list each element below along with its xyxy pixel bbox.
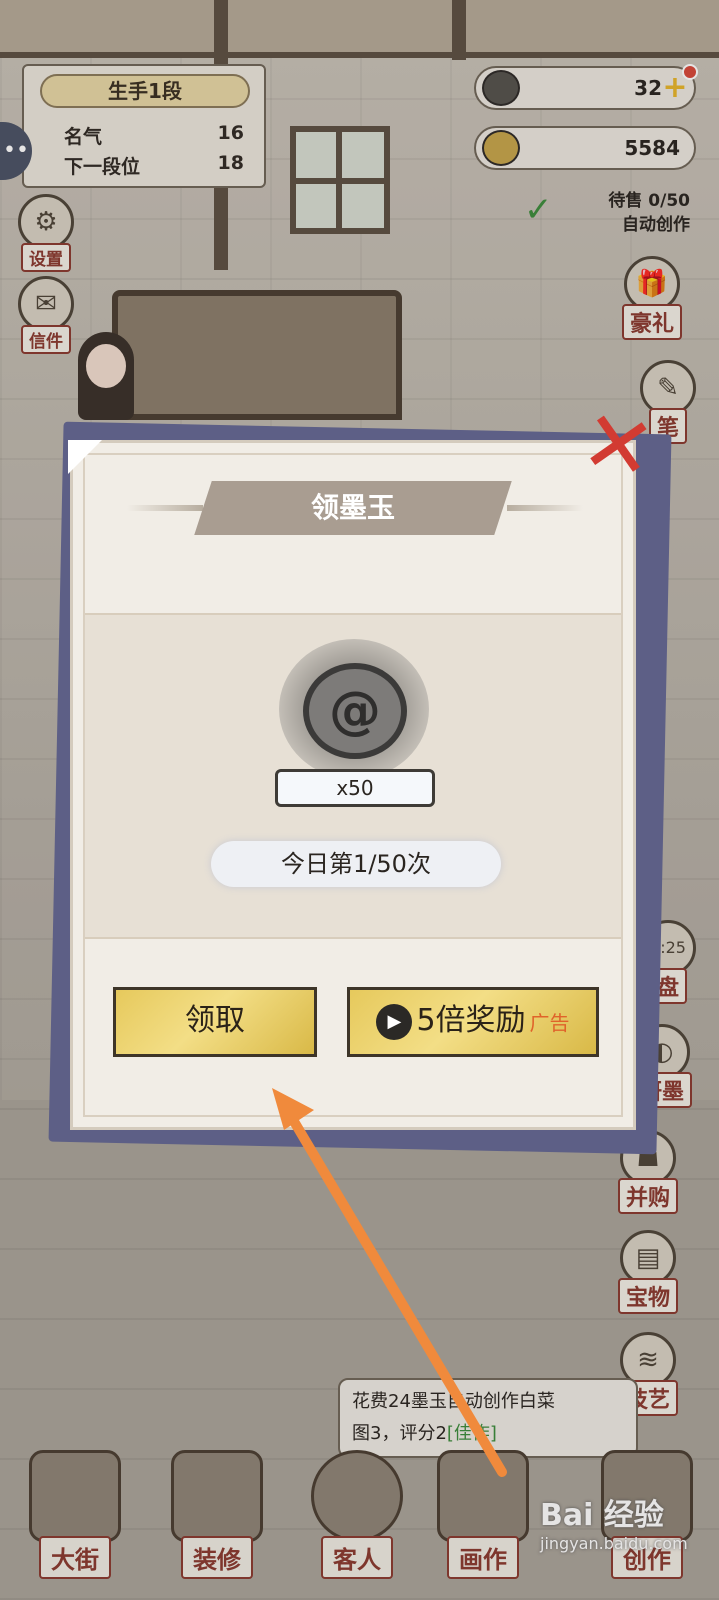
reward-quantity: x50 [275, 769, 435, 807]
ad-reward-label: 5倍奖励 [416, 1003, 526, 1038]
close-icon[interactable]: ✕ [572, 391, 665, 502]
claim-button-label: 领取 [185, 1003, 245, 1038]
claim-button[interactable]: 领取 [113, 987, 317, 1057]
video-camera-icon: ▶ [376, 1003, 413, 1040]
ad-tag: 广告 [529, 1011, 570, 1035]
title-flourish-right [507, 505, 583, 511]
ad-reward-button[interactable]: ▶ 5倍奖励 广告 [347, 987, 599, 1057]
ink-jade-icon: @ [303, 663, 407, 759]
dialog-title: 领墨玉 [310, 491, 395, 524]
daily-claim-count: 今日第1/50次 [211, 841, 501, 887]
paper-corner-fold [68, 440, 102, 474]
title-flourish-left [127, 505, 203, 511]
claim-ink-jade-dialog: 领墨玉 @ x50 今日第1/50次 领取 ▶ 5倍奖励 广告 [70, 440, 636, 1130]
